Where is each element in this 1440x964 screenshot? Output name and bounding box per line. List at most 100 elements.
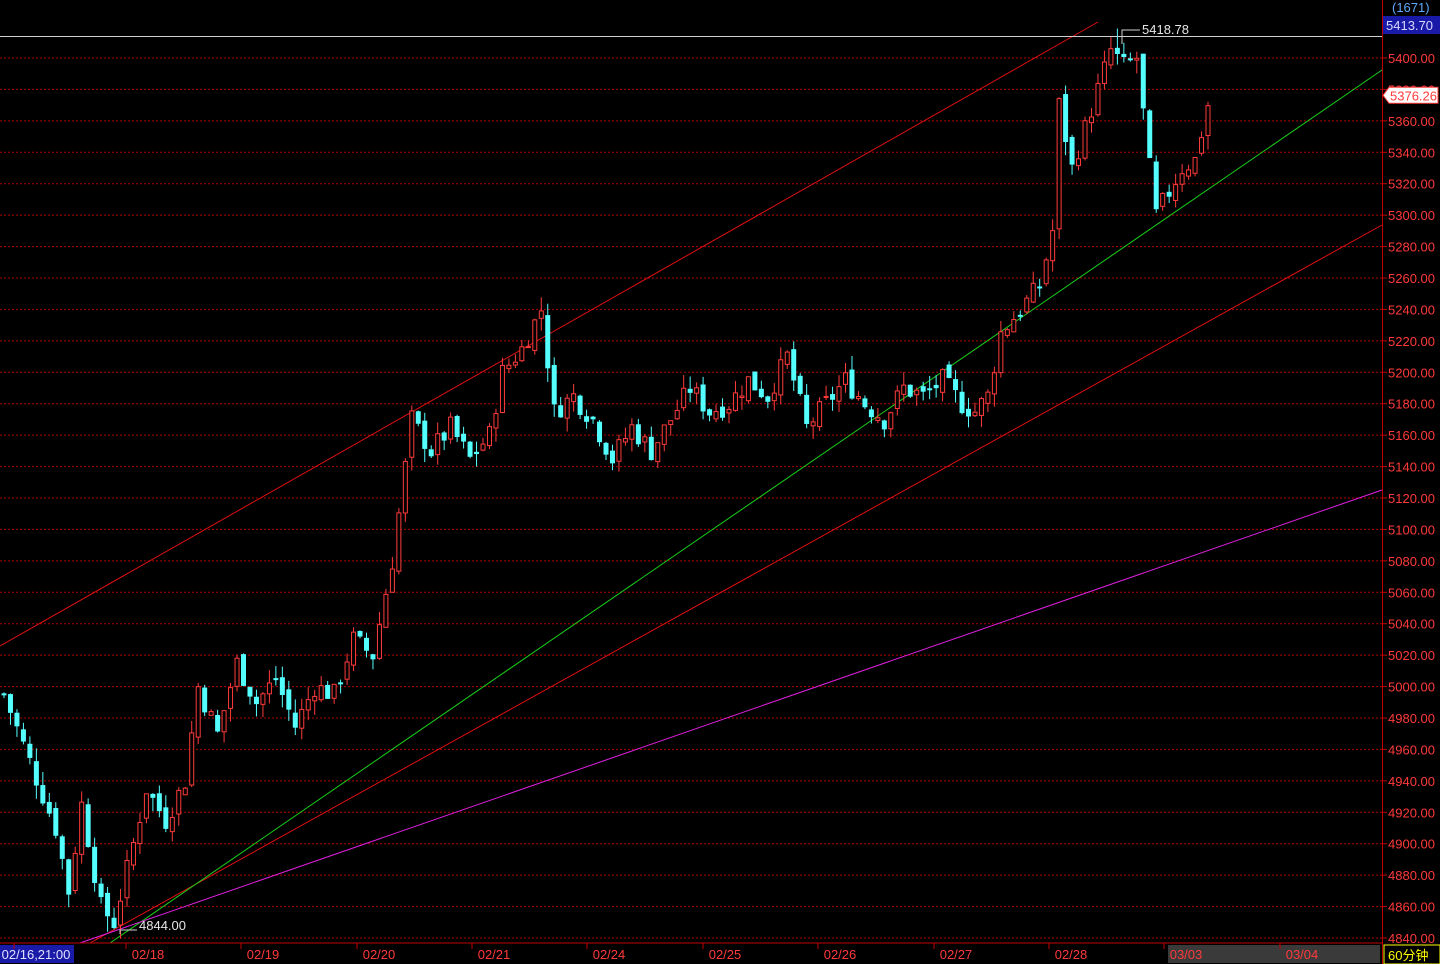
- candle-down: [338, 682, 344, 685]
- candle-down: [273, 678, 279, 681]
- candle-down: [758, 388, 764, 398]
- period-label: 60分钟: [1388, 948, 1428, 963]
- candle-down: [1037, 286, 1043, 289]
- candle-up: [855, 396, 861, 400]
- candle-up: [1076, 158, 1082, 167]
- candle-up: [771, 392, 777, 402]
- candle-up: [383, 593, 389, 628]
- candle-down: [292, 712, 298, 728]
- candle-up: [726, 408, 732, 414]
- candle-down: [163, 807, 169, 829]
- candle-up: [1179, 173, 1185, 185]
- candle-down: [933, 384, 939, 389]
- candle-down: [422, 420, 428, 449]
- candle-down: [791, 349, 797, 381]
- candle-down: [474, 451, 480, 455]
- candle-down: [53, 808, 59, 836]
- price-tick-label: 5140.00: [1388, 460, 1435, 475]
- time-tick-label: 02/18: [132, 947, 165, 962]
- candle-down: [428, 449, 434, 457]
- candle-down: [603, 442, 609, 455]
- candle-up: [351, 631, 357, 666]
- candle-down: [370, 654, 376, 660]
- candle-up: [622, 438, 628, 443]
- candle-down: [1140, 53, 1146, 109]
- candle-up: [745, 376, 751, 402]
- price-tick-label: 5360.00: [1388, 114, 1435, 129]
- candle-down: [46, 801, 52, 814]
- candle-up: [506, 364, 512, 370]
- price-tick-label: 5340.00: [1388, 145, 1435, 160]
- candle-down: [765, 396, 771, 402]
- candle-up: [402, 460, 408, 514]
- candle-up: [143, 793, 149, 819]
- candle-down: [363, 637, 369, 651]
- candle-up: [1160, 192, 1166, 207]
- candle-down: [927, 388, 933, 391]
- candle-down: [14, 712, 20, 727]
- candle-down: [965, 408, 971, 417]
- candle-down: [286, 689, 292, 710]
- candle-down: [609, 450, 615, 464]
- candle-up: [978, 398, 984, 416]
- candle-up: [312, 695, 318, 702]
- candle-up: [564, 397, 570, 419]
- high-annotation-leader: [1121, 29, 1140, 44]
- price-tick-label: 5060.00: [1388, 585, 1435, 600]
- candle-down: [1153, 161, 1159, 210]
- candle-up: [1173, 184, 1179, 201]
- candle-down: [111, 917, 117, 928]
- last-price-label: 5376.26: [1390, 88, 1437, 103]
- candle-down: [85, 804, 91, 847]
- lower-channel-line: [89, 224, 1383, 944]
- candle-up: [642, 436, 648, 443]
- candle-up: [836, 386, 842, 402]
- candle-up: [318, 685, 324, 701]
- candle-down: [253, 696, 259, 705]
- candle-up: [79, 801, 85, 855]
- candle-up: [480, 443, 486, 451]
- candle-down: [98, 883, 104, 898]
- candlestick-chart[interactable]: 5418.78 4844.00 4840.00 4860.00 4880.00 490…: [0, 0, 1440, 964]
- candle-up: [914, 389, 920, 396]
- candle-up: [1043, 259, 1049, 285]
- candle-down: [907, 384, 913, 397]
- time-tick-label: 02/20: [363, 947, 396, 962]
- candle-up: [823, 395, 829, 398]
- candle-up: [1082, 120, 1088, 159]
- price-tick-label: 5000.00: [1388, 680, 1435, 695]
- candle-down: [648, 436, 654, 461]
- candle-down: [720, 406, 726, 418]
- candle-up: [1205, 105, 1211, 137]
- candle-up: [376, 624, 382, 659]
- candle-down: [156, 793, 162, 812]
- price-tick-label: 5020.00: [1388, 648, 1435, 663]
- price-tick-label: 5080.00: [1388, 554, 1435, 569]
- high-price-box-label: 5413.70: [1386, 18, 1433, 33]
- candle-up: [169, 817, 175, 833]
- candle-up: [137, 821, 143, 845]
- candle-up: [778, 359, 784, 396]
- price-tick-label: 4880.00: [1388, 868, 1435, 883]
- candle-down: [1147, 110, 1153, 159]
- price-tick-label: 4960.00: [1388, 742, 1435, 757]
- candle-up: [396, 512, 402, 572]
- candle-up: [1011, 319, 1017, 333]
- candle-up: [176, 789, 182, 815]
- candle-up: [991, 372, 997, 395]
- time-tick-label: 02/16,21:00: [2, 947, 71, 962]
- candle-down: [20, 729, 26, 742]
- candle-up: [1088, 116, 1094, 124]
- candles: [1, 28, 1211, 939]
- candle-down: [27, 743, 33, 758]
- magenta-trendline: [79, 489, 1383, 944]
- low-annotation-label: 4844.00: [139, 918, 186, 933]
- candle-down: [325, 684, 331, 699]
- candle-up: [493, 413, 499, 429]
- candle-up: [266, 682, 272, 695]
- price-tick-label: 5280.00: [1388, 240, 1435, 255]
- candle-up: [538, 310, 544, 319]
- price-tick-label: 5260.00: [1388, 271, 1435, 286]
- time-tick-label: 02/25: [709, 947, 742, 962]
- candle-up: [1050, 230, 1056, 262]
